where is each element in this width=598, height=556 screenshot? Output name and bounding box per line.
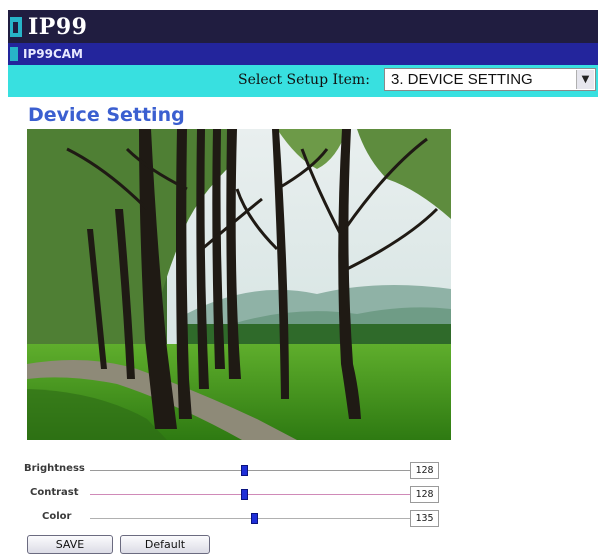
top-banner: IP99 bbox=[8, 10, 598, 43]
setup-item-selected-value: 3. DEVICE SETTING bbox=[391, 71, 533, 88]
setup-item-select[interactable]: 3. DEVICE SETTING ▼ bbox=[384, 68, 596, 91]
camera-bar: IP99CAM bbox=[8, 43, 598, 65]
contrast-slider-track[interactable] bbox=[90, 494, 420, 495]
color-value: 135 bbox=[410, 510, 439, 527]
camera-name: IP99CAM bbox=[23, 47, 83, 61]
contrast-value: 128 bbox=[410, 486, 439, 503]
brand-logo: IP99 bbox=[8, 10, 87, 43]
brightness-value: 128 bbox=[410, 462, 439, 479]
camera-logo-icon bbox=[10, 47, 18, 61]
brand-logo-icon bbox=[10, 16, 22, 37]
contrast-label: Contrast bbox=[30, 487, 79, 498]
color-control: Color 135 bbox=[24, 510, 440, 528]
brightness-slider-track[interactable] bbox=[90, 470, 420, 471]
default-button[interactable]: Default bbox=[120, 535, 210, 554]
brand-name: IP99 bbox=[28, 13, 88, 40]
camera-video-image bbox=[27, 129, 451, 440]
color-label: Color bbox=[42, 511, 72, 522]
setup-bar: Select Setup Item: 3. DEVICE SETTING ▼ bbox=[8, 65, 598, 97]
brightness-slider-handle[interactable] bbox=[241, 465, 248, 476]
contrast-slider-handle[interactable] bbox=[241, 489, 248, 500]
contrast-control: Contrast 128 bbox=[24, 486, 440, 504]
page-title: Device Setting bbox=[28, 104, 185, 126]
camera-video-view bbox=[27, 129, 451, 440]
chevron-down-icon[interactable]: ▼ bbox=[576, 70, 594, 89]
setup-item-label: Select Setup Item: bbox=[238, 72, 370, 88]
brightness-label: Brightness bbox=[24, 463, 85, 474]
color-slider-handle[interactable] bbox=[251, 513, 258, 524]
save-button[interactable]: SAVE bbox=[27, 535, 113, 554]
brightness-control: Brightness 128 bbox=[24, 462, 440, 480]
